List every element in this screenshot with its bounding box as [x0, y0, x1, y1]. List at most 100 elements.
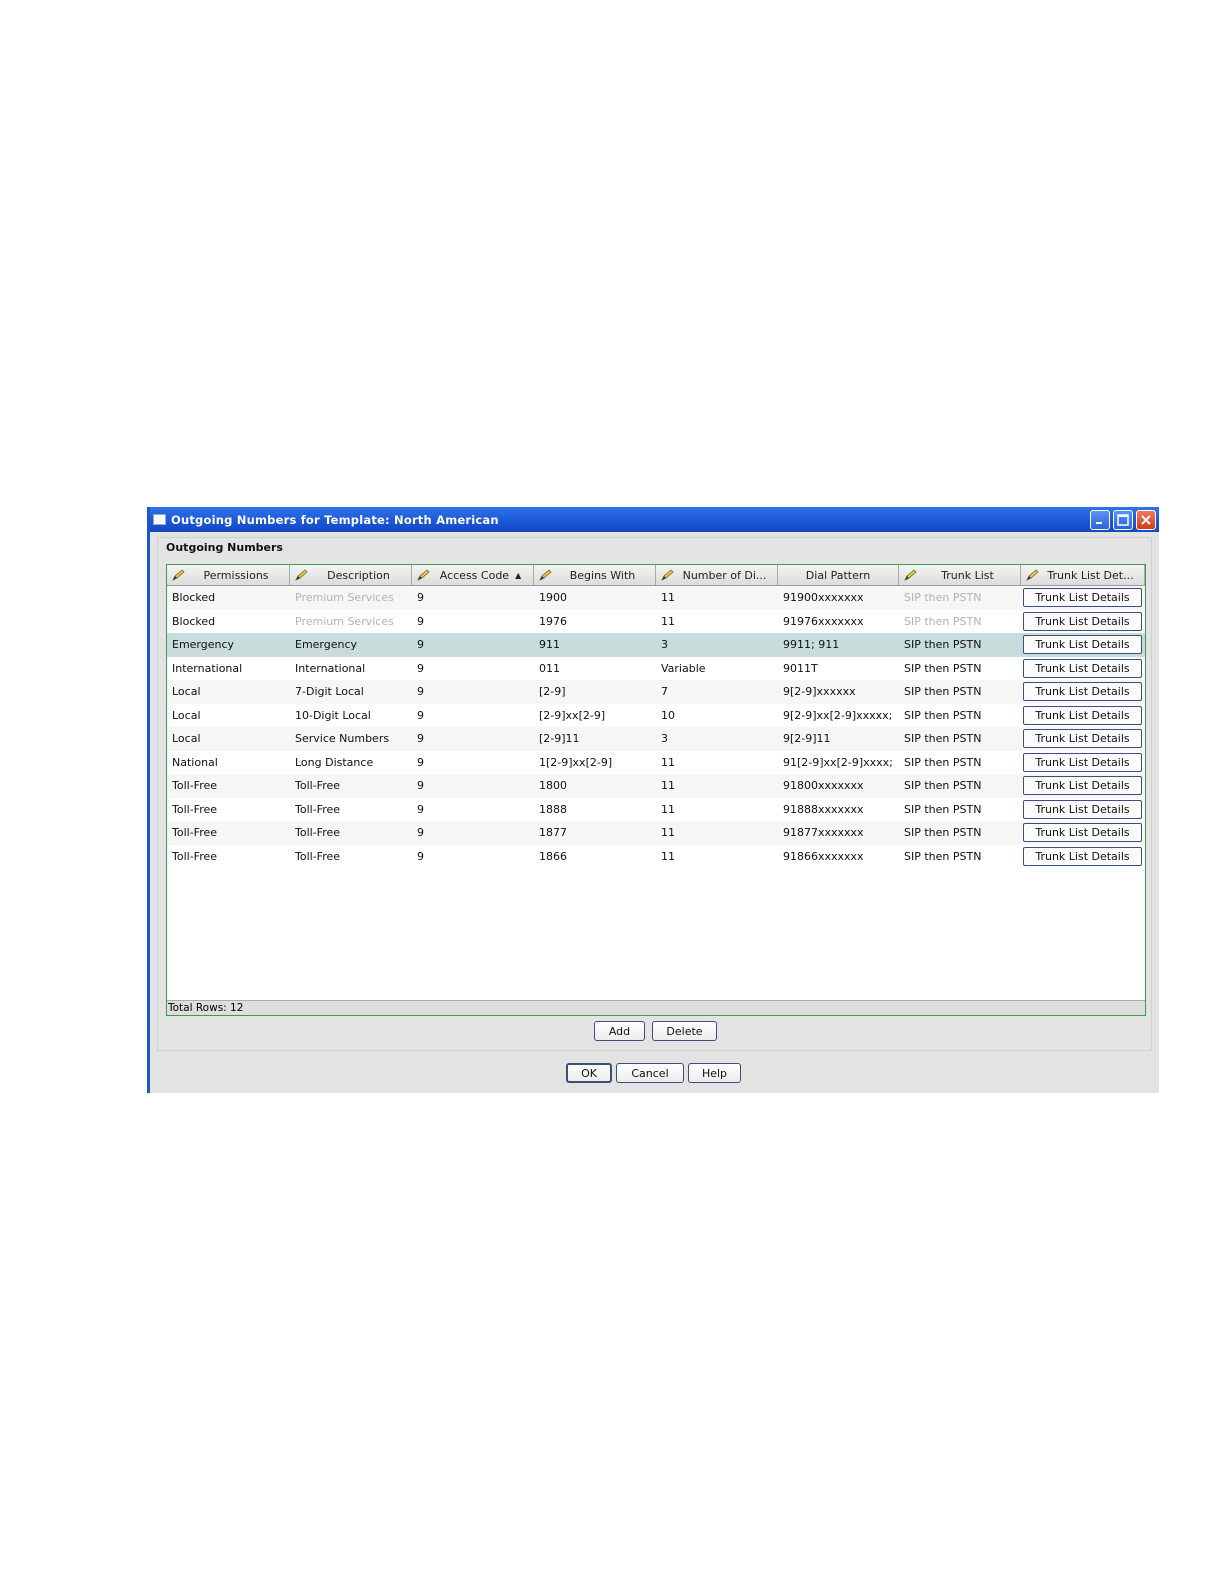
cell-number-of-digits[interactable]: 10 [656, 704, 778, 728]
cell-number-of-digits[interactable]: 11 [656, 751, 778, 775]
column-header-begins-with[interactable]: Begins With [534, 565, 656, 585]
cell-permissions[interactable]: Local [167, 680, 290, 704]
maximize-icon[interactable] [1113, 509, 1133, 530]
trunk-list-details-button[interactable]: Trunk List Details [1023, 729, 1142, 749]
table-row[interactable]: Emergency Emergency 9 911 3 9911; 911 SIP then… [167, 633, 1145, 657]
cell-permissions[interactable]: Toll-Free [167, 774, 290, 798]
cell-dial-pattern[interactable]: 9911; 911 [778, 633, 899, 657]
cell-dial-pattern[interactable]: 91976xxxxxxx [778, 610, 899, 634]
cell-dial-pattern[interactable]: 91[2-9]xx[2-9]xxxx; [778, 751, 899, 775]
cell-trunk-list[interactable]: SIP then PSTN [899, 680, 1021, 704]
cell-number-of-digits[interactable]: 3 [656, 633, 778, 657]
cell-access-code[interactable]: 9 [412, 845, 534, 869]
table-row[interactable]: Blocked Premium Services 9 1900 11 91900xxxxx… [167, 586, 1145, 610]
cell-permissions[interactable]: Toll-Free [167, 845, 290, 869]
cell-begins-with[interactable]: 1888 [534, 798, 656, 822]
help-button[interactable]: Help [688, 1063, 741, 1083]
cell-access-code[interactable]: 9 [412, 821, 534, 845]
cell-access-code[interactable]: 9 [412, 798, 534, 822]
cell-dial-pattern[interactable]: 91877xxxxxxx [778, 821, 899, 845]
cell-trunk-list[interactable]: SIP then PSTN [899, 633, 1021, 657]
cell-number-of-digits[interactable]: 11 [656, 821, 778, 845]
cell-trunk-list[interactable]: SIP then PSTN [899, 845, 1021, 869]
cell-permissions[interactable]: Local [167, 727, 290, 751]
cell-number-of-digits[interactable]: 11 [656, 774, 778, 798]
cell-permissions[interactable]: Toll-Free [167, 821, 290, 845]
cell-begins-with[interactable]: 011 [534, 657, 656, 681]
cell-dial-pattern[interactable]: 91800xxxxxxx [778, 774, 899, 798]
cell-permissions[interactable]: Toll-Free [167, 798, 290, 822]
cell-description[interactable]: Service Numbers [290, 727, 412, 751]
cell-number-of-digits[interactable]: 11 [656, 610, 778, 634]
cell-permissions[interactable]: Blocked [167, 586, 290, 610]
cell-permissions[interactable]: Local [167, 704, 290, 728]
cell-trunk-list[interactable]: SIP then PSTN [899, 821, 1021, 845]
column-header-trunk-list-details[interactable]: Trunk List Det... [1021, 565, 1145, 585]
cell-dial-pattern[interactable]: 9[2-9]xxxxxx [778, 680, 899, 704]
cell-begins-with[interactable]: [2-9]11 [534, 727, 656, 751]
cell-description[interactable]: Toll-Free [290, 798, 412, 822]
ok-button[interactable]: OK [566, 1063, 612, 1083]
column-header-dial-pattern[interactable]: Dial Pattern [778, 565, 899, 585]
table-row[interactable]: National Long Distance 9 1[2-9]xx[2-9] 11 91[… [167, 750, 1145, 775]
cell-begins-with[interactable]: 1[2-9]xx[2-9] [534, 751, 656, 775]
trunk-list-details-button[interactable]: Trunk List Details [1023, 776, 1142, 796]
cell-description[interactable]: 10-Digit Local [290, 704, 412, 728]
close-icon[interactable] [1136, 509, 1156, 530]
cell-begins-with[interactable]: 1800 [534, 774, 656, 798]
cell-dial-pattern[interactable]: 91866xxxxxxx [778, 845, 899, 869]
cell-access-code[interactable]: 9 [412, 657, 534, 681]
cell-access-code[interactable]: 9 [412, 633, 534, 657]
cell-access-code[interactable]: 9 [412, 727, 534, 751]
cell-description[interactable]: Toll-Free [290, 774, 412, 798]
column-header-number-of-digits[interactable]: Number of Di... [656, 565, 778, 585]
cell-trunk-list[interactable]: SIP then PSTN [899, 774, 1021, 798]
cell-access-code[interactable]: 9 [412, 751, 534, 775]
table-row[interactable]: Blocked Premium Services 9 1976 11 91976xxxxx… [167, 609, 1145, 634]
cell-permissions[interactable]: National [167, 751, 290, 775]
table-row[interactable]: Local 7-Digit Local 9 [2-9] 7 9[2-9]xxxxxx SIP… [167, 680, 1145, 704]
cell-begins-with[interactable]: [2-9]xx[2-9] [534, 704, 656, 728]
cell-trunk-list[interactable]: SIP then PSTN [899, 704, 1021, 728]
cell-trunk-list[interactable]: SIP then PSTN [899, 727, 1021, 751]
table-row[interactable]: Local Service Numbers 9 [2-9]11 3 9[2-9]11 SIP… [167, 727, 1145, 751]
cell-number-of-digits[interactable]: 7 [656, 680, 778, 704]
trunk-list-details-button[interactable]: Trunk List Details [1023, 658, 1142, 678]
cell-begins-with[interactable]: 911 [534, 633, 656, 657]
cell-access-code[interactable]: 9 [412, 586, 534, 610]
cell-trunk-list[interactable]: SIP then PSTN [899, 586, 1021, 610]
cell-description[interactable]: Premium Services [290, 610, 412, 634]
cell-description[interactable]: Long Distance [290, 751, 412, 775]
add-button[interactable]: Add [594, 1021, 645, 1041]
column-header-trunk-list[interactable]: Trunk List [899, 565, 1021, 585]
cell-description[interactable]: Emergency [290, 633, 412, 657]
cell-description[interactable]: Premium Services [290, 586, 412, 610]
table-row[interactable]: Toll-Free Toll-Free 9 1877 11 91877xxxxxxx SIP… [167, 821, 1145, 845]
cell-permissions[interactable]: International [167, 657, 290, 681]
trunk-list-details-button[interactable]: Trunk List Details [1023, 635, 1142, 655]
cell-permissions[interactable]: Emergency [167, 633, 290, 657]
cell-number-of-digits[interactable]: 11 [656, 798, 778, 822]
cell-access-code[interactable]: 9 [412, 704, 534, 728]
table-row[interactable]: Local 10-Digit Local 9 [2-9]xx[2-9] 10 9[2-9]… [167, 703, 1145, 728]
minimize-icon[interactable] [1090, 509, 1110, 530]
cell-trunk-list[interactable]: SIP then PSTN [899, 610, 1021, 634]
cell-dial-pattern[interactable]: 91900xxxxxxx [778, 586, 899, 610]
title-bar[interactable]: Outgoing Numbers for Template: North Ame… [150, 507, 1159, 532]
cell-access-code[interactable]: 9 [412, 610, 534, 634]
cell-trunk-list[interactable]: SIP then PSTN [899, 751, 1021, 775]
cell-begins-with[interactable]: 1900 [534, 586, 656, 610]
table-row[interactable]: Toll-Free Toll-Free 9 1866 11 91866xxxxxxx SIP… [167, 844, 1145, 869]
column-header-permissions[interactable]: Permissions [167, 565, 290, 585]
cell-dial-pattern[interactable]: 9011T [778, 657, 899, 681]
table-row[interactable]: Toll-Free Toll-Free 9 1888 11 91888xxxxxxx SIP… [167, 797, 1145, 822]
trunk-list-details-button[interactable]: Trunk List Details [1023, 799, 1142, 819]
cell-begins-with[interactable]: 1866 [534, 845, 656, 869]
trunk-list-details-button[interactable]: Trunk List Details [1023, 846, 1142, 866]
trunk-list-details-button[interactable]: Trunk List Details [1023, 588, 1142, 608]
cell-description[interactable]: 7-Digit Local [290, 680, 412, 704]
cell-dial-pattern[interactable]: 9[2-9]11 [778, 727, 899, 751]
cell-dial-pattern[interactable]: 91888xxxxxxx [778, 798, 899, 822]
cell-description[interactable]: Toll-Free [290, 821, 412, 845]
cell-begins-with[interactable]: 1976 [534, 610, 656, 634]
